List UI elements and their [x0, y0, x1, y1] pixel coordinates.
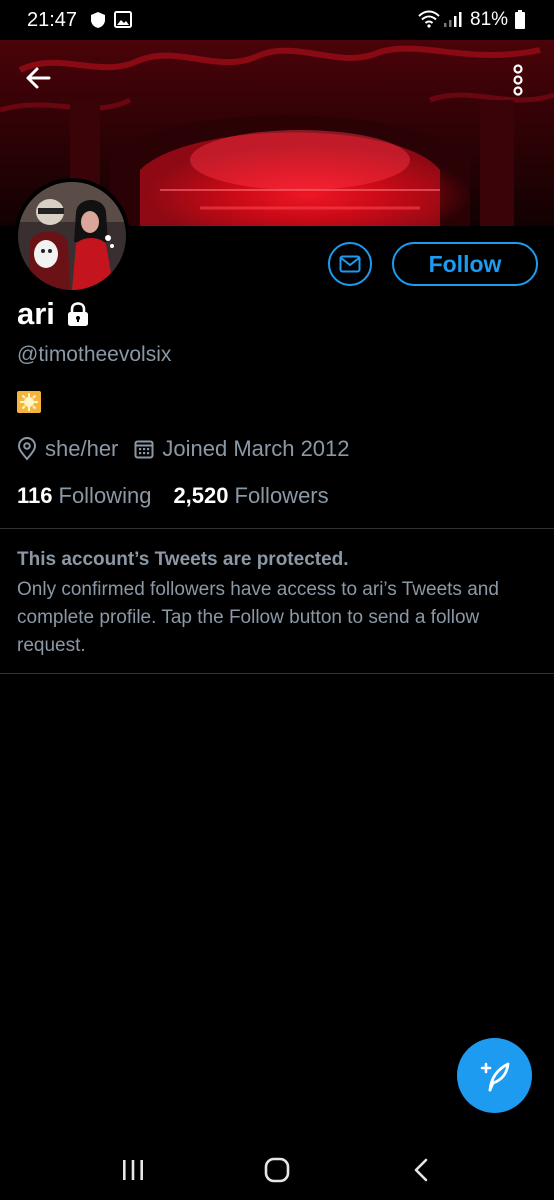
compose-tweet-button[interactable] — [457, 1038, 532, 1113]
status-time: 21:47 — [27, 9, 78, 31]
lock-icon — [67, 302, 88, 326]
status-bar: 21:47 81% — [0, 0, 554, 40]
pronouns-text: she/her — [45, 436, 119, 461]
divider — [0, 528, 554, 529]
home-icon[interactable] — [264, 1157, 290, 1188]
compose-tweet-icon — [480, 1062, 509, 1091]
following-label[interactable]: Following — [59, 483, 152, 509]
recent-apps-icon[interactable] — [120, 1158, 146, 1187]
joined-text: Joined March 2012 — [162, 436, 350, 461]
pronouns-item: she/her — [17, 436, 118, 462]
avatar[interactable] — [14, 178, 130, 294]
calendar-icon — [134, 440, 154, 459]
following-count[interactable]: 116 — [17, 483, 53, 509]
protected-notice-title: This account’s Tweets are protected. — [17, 549, 349, 570]
battery-percent: 81% — [470, 9, 509, 30]
display-name: ari — [17, 296, 91, 332]
back-button[interactable] — [18, 58, 58, 98]
divider — [0, 673, 554, 674]
shield-icon — [90, 11, 106, 34]
message-button[interactable] — [328, 242, 372, 286]
protected-notice-body: Only confirmed followers have access to … — [17, 579, 499, 656]
more-vertical-icon — [513, 64, 523, 96]
followers-count[interactable]: 2,520 — [173, 483, 228, 509]
envelope-icon — [339, 255, 361, 273]
joined-item: Joined March 2012 — [134, 436, 350, 462]
signal-icon — [443, 11, 463, 33]
sparkle-emoji — [17, 391, 41, 413]
followers-label[interactable]: Followers — [235, 483, 329, 509]
display-name-text: ari — [17, 296, 55, 331]
follow-button[interactable]: Follow — [392, 242, 538, 286]
wifi-icon — [418, 10, 440, 33]
gallery-icon — [114, 11, 132, 33]
follow-stats: 116 Following 2,520 Followers — [17, 483, 351, 509]
battery-icon — [514, 10, 526, 35]
back-nav-icon[interactable] — [412, 1157, 430, 1188]
more-options-button[interactable] — [500, 58, 536, 102]
username: @timotheevolsix — [17, 343, 172, 366]
location-pin-icon — [17, 437, 37, 461]
profile-meta: she/her Joined March 2012 — [17, 436, 366, 462]
arrow-left-icon — [26, 67, 51, 89]
